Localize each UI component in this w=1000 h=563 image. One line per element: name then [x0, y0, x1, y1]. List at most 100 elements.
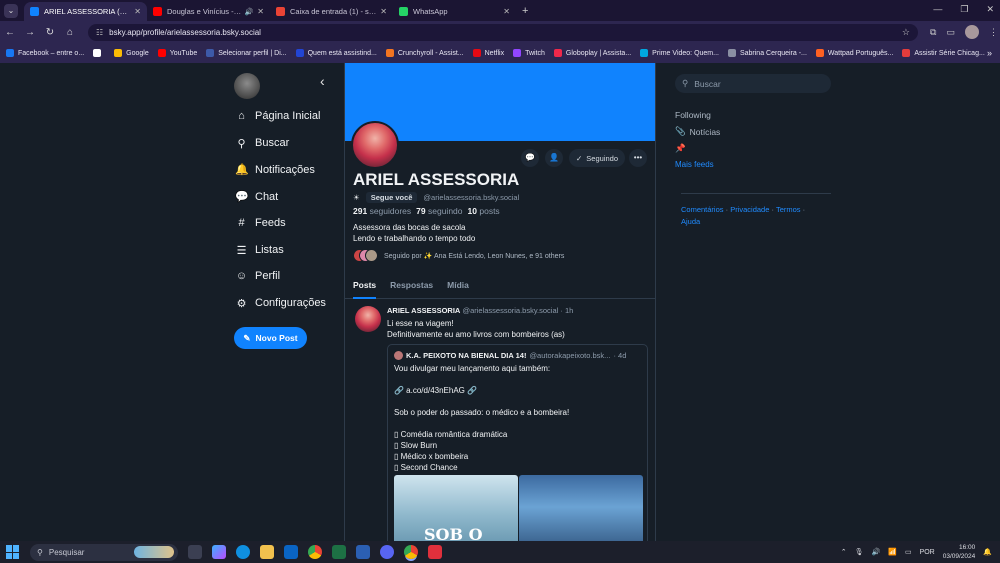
- back-icon[interactable]: ←: [0, 27, 20, 38]
- nav-item[interactable]: 💬 Chat: [235, 190, 278, 204]
- more-feeds-link[interactable]: Mais feeds: [675, 160, 831, 169]
- following-button[interactable]: ✓ Seguindo: [569, 149, 625, 167]
- file-explorer-icon[interactable]: [260, 545, 274, 559]
- restore-icon[interactable]: ❐: [960, 4, 968, 15]
- chrome-icon[interactable]: [308, 545, 322, 559]
- bookmark-item[interactable]: Wattpad Português...: [815, 49, 893, 57]
- browser-tab[interactable]: WhatsApp ✕: [393, 2, 516, 21]
- new-post-button[interactable]: ✎ Novo Post: [234, 327, 307, 349]
- bookmark-star-icon[interactable]: ☆: [902, 27, 910, 38]
- nav-item[interactable]: # Feeds: [235, 217, 285, 229]
- link-privacy[interactable]: Privacidade: [730, 205, 769, 214]
- youtube-icon: [153, 7, 162, 16]
- task-view-icon[interactable]: [188, 545, 202, 559]
- url-text[interactable]: bsky.app/profile/arielassessoria.bsky.so…: [109, 28, 902, 37]
- copilot-icon[interactable]: [212, 545, 226, 559]
- tab-posts[interactable]: Posts: [353, 275, 377, 299]
- message-icon[interactable]: 💬: [521, 149, 539, 167]
- close-icon[interactable]: ✕: [986, 4, 994, 15]
- tab-media[interactable]: Mídia: [447, 275, 469, 299]
- address-bar[interactable]: ☷ bsky.app/profile/arielassessoria.bsky.…: [88, 23, 918, 41]
- bookmark-item[interactable]: Netflix: [472, 49, 504, 57]
- bookmark-item[interactable]: Assistir Série Chicag...: [902, 49, 985, 57]
- cast-icon[interactable]: ▭: [946, 27, 955, 38]
- chrome-profile-icon[interactable]: [404, 545, 418, 559]
- tab-close-icon[interactable]: ✕: [380, 7, 387, 16]
- bookmarks-overflow-icon[interactable]: »: [987, 48, 992, 58]
- quoted-post[interactable]: K.A. PEIXOTO NA BIENAL DIA 14! @autoraka…: [387, 344, 648, 541]
- bookmark-item[interactable]: Sabrina Cerqueira -...: [727, 49, 807, 57]
- link-help[interactable]: Ajuda: [681, 217, 700, 226]
- my-avatar[interactable]: [234, 73, 260, 99]
- bookmark-item[interactable]: Selecionar perfil | Di...: [206, 49, 287, 57]
- tab-close-icon[interactable]: ✕: [503, 7, 510, 16]
- profile-avatar[interactable]: [351, 121, 399, 169]
- windows-start-icon[interactable]: [6, 545, 20, 559]
- nav-item[interactable]: ⚙ Configurações: [235, 297, 326, 310]
- excel-icon[interactable]: [332, 545, 346, 559]
- word-icon[interactable]: [356, 545, 370, 559]
- vivaldi-icon[interactable]: [428, 545, 442, 559]
- followers-stat[interactable]: 291 seguidores: [353, 206, 411, 216]
- check-icon: ✓: [576, 153, 583, 163]
- site-info-icon[interactable]: ☷: [96, 28, 103, 37]
- clock[interactable]: 16:00 03/09/2024: [943, 543, 976, 561]
- link-comments[interactable]: Comentários: [681, 205, 724, 214]
- nav-item[interactable]: ⚲ Buscar: [235, 137, 289, 150]
- post-avatar[interactable]: [355, 306, 381, 332]
- tab-replies[interactable]: Respostas: [390, 275, 433, 299]
- discord-icon[interactable]: [380, 545, 394, 559]
- extensions-icon[interactable]: ⧉: [930, 27, 936, 38]
- language-indicator[interactable]: POR: [920, 549, 935, 556]
- nav-item[interactable]: 🔔 Notificações: [235, 163, 315, 177]
- nav-item[interactable]: ⌂ Página Inicial: [235, 110, 320, 122]
- tab-close-icon[interactable]: ✕: [134, 7, 141, 16]
- feed-news[interactable]: 📎 Notícias: [675, 126, 831, 137]
- tab-close-icon[interactable]: ✕: [257, 7, 264, 16]
- link-terms[interactable]: Termos: [776, 205, 801, 214]
- notification-icon[interactable]: 🔔: [983, 548, 992, 556]
- home-button-icon[interactable]: ⌂: [60, 27, 80, 38]
- followed-by-row[interactable]: Seguido por ✨ Ana Está Lendo, Leon Nunes…: [353, 249, 564, 262]
- bookmark-item[interactable]: Prime Video: Quem...: [640, 49, 719, 57]
- browser-tab[interactable]: Caixa de entrada (1) - sabrinacerq ✕: [270, 2, 393, 21]
- post-author[interactable]: ARIEL ASSESSORIA: [387, 306, 460, 315]
- more-options-icon[interactable]: •••: [629, 149, 647, 167]
- taskbar-search[interactable]: ⚲ Pesquisar: [30, 543, 178, 561]
- book-cover-image[interactable]: SOB O: [394, 475, 518, 541]
- bookmark-item[interactable]: Globoplay | Assista...: [553, 49, 631, 57]
- chevron-left-icon[interactable]: ‹: [320, 73, 325, 89]
- bookmark-item[interactable]: Google: [114, 49, 149, 57]
- tab-search-button[interactable]: ⌄: [4, 4, 18, 18]
- add-to-list-icon[interactable]: 👤: [545, 149, 563, 167]
- following-stat[interactable]: 79 seguindo: [416, 206, 462, 216]
- new-tab-button[interactable]: +: [522, 5, 528, 17]
- chevron-up-icon[interactable]: ⌃: [841, 548, 847, 556]
- speaker-icon[interactable]: 🔊: [245, 8, 254, 16]
- forward-icon[interactable]: →: [20, 27, 40, 38]
- search-input[interactable]: ⚲ Buscar: [675, 74, 831, 93]
- mic-icon[interactable]: 🎙: [855, 548, 864, 556]
- reload-icon[interactable]: ↻: [40, 27, 60, 38]
- browser-profile-avatar[interactable]: [964, 25, 979, 39]
- browser-tab[interactable]: Douglas e Vinícius - Figurinha🔊✕: [147, 2, 270, 21]
- wifi-icon[interactable]: 📶: [888, 548, 897, 556]
- nav-item[interactable]: ☰ Listas: [235, 244, 284, 257]
- volume-icon[interactable]: 🔊: [872, 548, 881, 556]
- outlook-icon[interactable]: [284, 545, 298, 559]
- feed-following[interactable]: Following: [675, 110, 831, 120]
- bookmark-item[interactable]: Crunchyroll - Assist...: [385, 49, 464, 57]
- display-icon[interactable]: ▭: [905, 548, 912, 556]
- feed-pinned[interactable]: 📌: [675, 143, 831, 154]
- edge-icon[interactable]: [236, 545, 250, 559]
- browser-tab[interactable]: ARIEL ASSESSORIA (@arielassessoria.bsky.…: [24, 2, 147, 21]
- menu-icon[interactable]: ⋮: [989, 27, 998, 38]
- bookmark-item[interactable]: Twitch: [513, 49, 545, 57]
- book-illustration-image[interactable]: [519, 475, 643, 541]
- bookmark-item[interactable]: Quem está assistind...: [295, 49, 377, 57]
- bookmark-item[interactable]: [93, 49, 105, 57]
- nav-item[interactable]: ☺ Perfil: [235, 270, 280, 282]
- bookmark-item[interactable]: YouTube: [157, 49, 197, 57]
- minimize-icon[interactable]: —: [933, 4, 942, 15]
- bookmark-item[interactable]: Facebook – entre o...: [6, 49, 84, 57]
